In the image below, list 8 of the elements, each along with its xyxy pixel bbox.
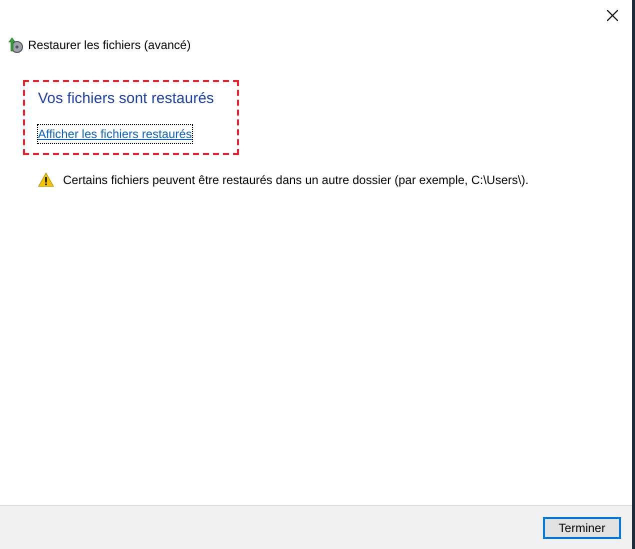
warning-icon — [38, 172, 54, 187]
view-files-link[interactable]: Afficher les fichiers restaurés — [38, 124, 192, 142]
window-title: Restaurer les fichiers (avancé) — [28, 37, 191, 54]
close-icon — [606, 10, 618, 20]
heading: Vos fichiers sont restaurés — [38, 89, 214, 109]
finish-button[interactable]: Terminer — [543, 516, 621, 538]
warning-text: Certains fichiers peuvent être restaurés dans un autre dossier (par exemple, C:\Users\). — [63, 172, 529, 188]
restore-icon — [7, 37, 23, 53]
